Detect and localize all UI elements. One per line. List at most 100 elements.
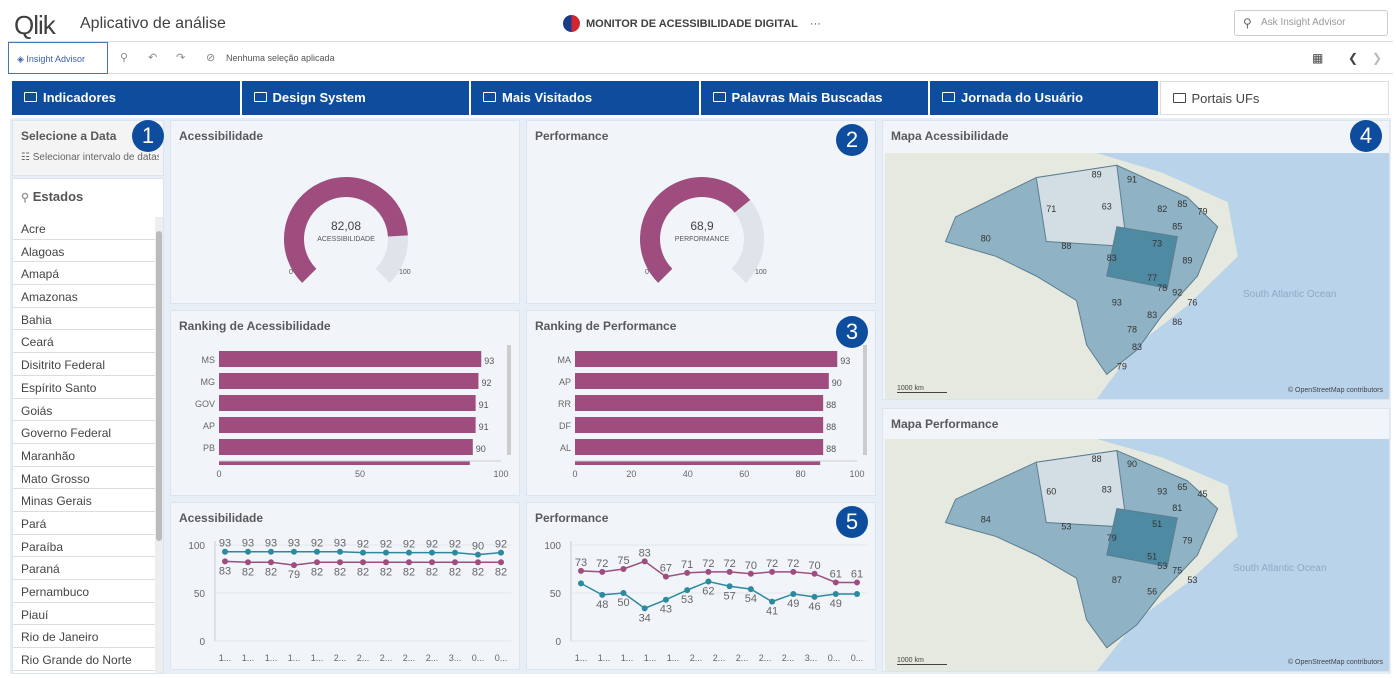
state-list-item[interactable]: Paraná [13, 557, 155, 580]
state-list-item[interactable]: Maranhão [13, 444, 155, 467]
state-value-label: 83 [1147, 310, 1157, 320]
data-point [406, 559, 412, 566]
tab-portais-ufs[interactable]: Portais UFs [1159, 81, 1389, 115]
states-filter-title[interactable]: ⚲ Estados [21, 189, 83, 204]
tab-mais-visitados[interactable]: Mais Visitados [471, 81, 701, 115]
search-icon: ⚲ [1243, 16, 1252, 30]
state-list-item[interactable]: Alagoas [13, 240, 155, 263]
map-attribution[interactable]: © OpenStreetMap contributors [1288, 659, 1383, 666]
data-point [498, 559, 504, 566]
state-value-label: 53 [1157, 561, 1167, 571]
state-value-label: 93 [1157, 487, 1167, 497]
state-value-label: 53 [1061, 521, 1071, 531]
data-label: 90 [472, 541, 484, 553]
x-tick-label: 3... [805, 653, 818, 663]
ask-insight-advisor-input[interactable]: ⚲ Ask Insight Advisor [1234, 10, 1388, 36]
states-scrollbar[interactable] [155, 217, 163, 673]
more-options-icon[interactable]: ··· [810, 18, 821, 30]
state-list-item[interactable]: Governo Federal [13, 421, 155, 444]
state-list-item[interactable]: Pernambuco [13, 580, 155, 603]
bar-value-label: 88 [826, 422, 836, 432]
ranking-acessibilidade-panel[interactable]: Ranking de Acessibilidade MS 93 MG 92 GOV 91 A… [170, 310, 520, 496]
state-list-item[interactable]: Ceará [13, 330, 155, 354]
state-list-item[interactable]: Mato Grosso [13, 467, 155, 490]
smart-search-icon[interactable]: ⚲ [120, 51, 128, 64]
gov-logo-icon [563, 15, 580, 32]
state-list-item[interactable]: Pará [13, 512, 155, 535]
chevron-right-icon[interactable]: ❯ [1372, 51, 1382, 65]
map-attribution[interactable]: © OpenStreetMap contributors [1288, 387, 1383, 394]
x-tick-label: 100 [849, 469, 864, 479]
bar [219, 439, 473, 455]
state-list-item[interactable]: Espírito Santo [13, 376, 155, 399]
sheet-tabs: Indicadores Design System Mais Visitados… [12, 81, 1389, 115]
state-list-item[interactable]: Amapá [13, 262, 155, 286]
x-tick-label: 1... [667, 653, 680, 663]
date-range-input[interactable]: ☷ Selecionar intervalo de datas [21, 152, 159, 172]
data-point [245, 559, 251, 566]
state-value-label: 53 [1187, 575, 1197, 585]
state-list-item[interactable]: Amazonas [13, 285, 155, 308]
data-label: 70 [745, 560, 757, 572]
state-list-item[interactable]: Paraíba [13, 535, 155, 558]
x-tick-label: 0... [472, 653, 485, 663]
scrollbar-thumb[interactable] [156, 231, 162, 541]
selection-toolbar: ◈ Insight Advisor ⚲ ↶ ↷ ⊘ Nenhuma seleçã… [8, 42, 1393, 74]
step-badge-4: 4 [1350, 120, 1382, 152]
tab-palavras-mais-buscadas[interactable]: Palavras Mais Buscadas [700, 81, 930, 115]
map-title: Mapa Acessibilidade [891, 129, 1009, 143]
states-filter-panel: ⚲ Estados Acre Alagoas Amapá Amazonas Bahia C… [12, 178, 164, 674]
state-list-item[interactable]: Rio de Janeiro [13, 625, 155, 649]
data-label: 82 [334, 566, 346, 578]
state-list-item[interactable]: Bahia [13, 308, 155, 331]
x-tick-label: 2... [782, 653, 795, 663]
step-back-icon[interactable]: ↶ [148, 51, 157, 64]
app-center-title[interactable]: MONITOR DE ACESSIBILIDADE DIGITAL ··· [563, 15, 821, 32]
linechart-performance: 100 50 0 73 72 75 83 67 71 72 72 70 72 72 70 61 61 48 50 34… [544, 541, 867, 663]
bar-category-label: GOV [195, 399, 215, 409]
bar [575, 461, 821, 465]
x-tick-label: 100 [493, 469, 508, 479]
mapa-performance[interactable]: 88 9060 83 93 65458184537951795153 75538756 [885, 439, 1389, 671]
data-label: 75 [617, 555, 629, 567]
gauge-label: ACESSIBILIDADE [317, 236, 375, 243]
tab-indicadores[interactable]: Indicadores [12, 81, 242, 115]
state-list-item[interactable]: Acre [13, 217, 155, 240]
linechart-acessibilidade-panel[interactable]: Acessibilidade 100 50 0 93 93 93 93 92 93 92 92 92 9… [170, 502, 520, 670]
data-label: 82 [242, 566, 254, 578]
state-list-item[interactable]: Minas Gerais [13, 489, 155, 512]
bar-value-label: 91 [479, 400, 489, 410]
gauge-acessibilidade-panel[interactable]: Acessibilidade 82,08 ACESSIBILIDADE 0 10… [170, 120, 520, 304]
date-filter-title: Selecione a Data [21, 129, 117, 143]
insight-advisor-button[interactable]: ◈ Insight Advisor [8, 42, 108, 74]
step-forward-icon[interactable]: ↷ [176, 51, 185, 64]
gauge-performance-panel[interactable]: Performance 68,9 PERFORMANCE 0 100 [526, 120, 876, 304]
chevron-left-icon[interactable]: ❮ [1348, 51, 1358, 65]
bar [219, 351, 482, 367]
bar-category-label: PB [203, 443, 215, 453]
ranking-performance-panel[interactable]: Ranking de Performance MA 93 AP 90 RR 88 DF 88 A… [526, 310, 876, 496]
data-label: 93 [288, 538, 300, 550]
clear-selections-icon[interactable]: ⊘ [206, 51, 215, 64]
state-value-label: 79 [1107, 533, 1117, 543]
state-list-item[interactable]: Disitrito Federal [13, 353, 155, 376]
tab-jornada-do-usuario[interactable]: Jornada do Usuário [930, 81, 1160, 115]
y-tick-label: 0 [555, 637, 561, 648]
data-point [291, 562, 297, 569]
grid-menu-icon[interactable]: ▦ [1312, 51, 1323, 65]
search-icon: ⚲ [21, 192, 30, 204]
tab-design-system[interactable]: Design System [241, 81, 471, 115]
state-list-item[interactable]: Rio Grande do Norte [13, 648, 155, 671]
data-label: 83 [219, 565, 231, 577]
state-value-label: 80 [981, 234, 991, 244]
linechart-performance-panel[interactable]: Performance 100 50 0 73 72 75 83 67 71 72 72 70 72 72… [526, 502, 876, 670]
state-list-item[interactable]: Piauí [13, 603, 155, 626]
data-label: 53 [681, 594, 693, 606]
state-list-item[interactable]: Goiás [13, 399, 155, 422]
x-tick-label: 2... [380, 653, 393, 663]
mapa-performance-panel[interactable]: Mapa Performance 88 90 60 83 93 65 45 81 84 53 79 5… [882, 408, 1390, 672]
qlik-logo[interactable]: Qlik [14, 10, 56, 41]
mapa-acessibilidade[interactable]: 89 9171 63 82 85798580888373897778 9276938386… [885, 153, 1389, 399]
mapa-acessibilidade-panel[interactable]: Mapa Acessibilidade 89 91 71 63 82 85 79 85 80 88… [882, 120, 1390, 400]
data-label: 73 [575, 557, 587, 569]
